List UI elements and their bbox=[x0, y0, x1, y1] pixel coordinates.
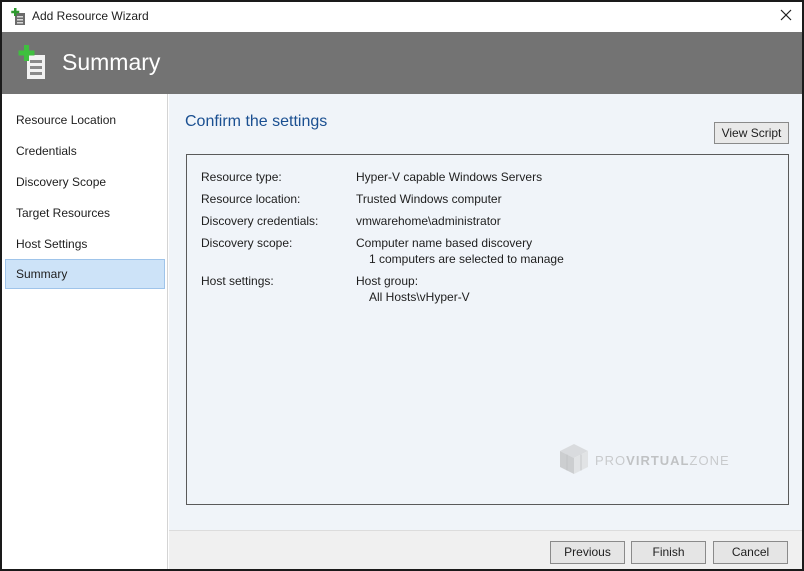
main-content: Confirm the settings View Script Resourc… bbox=[169, 94, 802, 530]
setting-subvalue: All Hosts\vHyper-V bbox=[369, 290, 470, 304]
sidebar-item-host-settings[interactable]: Host Settings bbox=[5, 229, 165, 259]
watermark: PROVIRTUALZONE bbox=[559, 443, 730, 478]
watermark-text: PROVIRTUALZONE bbox=[595, 453, 730, 468]
finish-button[interactable]: Finish bbox=[631, 541, 706, 564]
setting-label: Resource type: bbox=[201, 170, 282, 184]
title-bar: Add Resource Wizard bbox=[2, 2, 802, 32]
setting-subvalue: 1 computers are selected to manage bbox=[369, 252, 564, 266]
section-heading: Confirm the settings bbox=[185, 113, 328, 130]
sidebar-item-resource-location[interactable]: Resource Location bbox=[5, 105, 165, 135]
setting-label: Discovery scope: bbox=[201, 236, 293, 250]
window-title: Add Resource Wizard bbox=[32, 9, 149, 23]
settings-summary-panel: Resource type: Hyper-V capable Windows S… bbox=[186, 154, 789, 505]
view-script-button[interactable]: View Script bbox=[714, 122, 789, 144]
cancel-button[interactable]: Cancel bbox=[713, 541, 788, 564]
sidebar-item-target-resources[interactable]: Target Resources bbox=[5, 198, 165, 228]
setting-label: Discovery credentials: bbox=[201, 214, 319, 228]
wizard-window: Add Resource Wizard Summary Resource Loc… bbox=[0, 0, 804, 571]
setting-value: vmwarehome\administrator bbox=[356, 214, 501, 228]
page-title: Summary bbox=[62, 49, 161, 75]
sidebar-item-summary[interactable]: Summary bbox=[5, 259, 165, 289]
close-button[interactable] bbox=[770, 2, 802, 30]
sidebar-item-discovery-scope[interactable]: Discovery Scope bbox=[5, 167, 165, 197]
wizard-step-sidebar: Resource Location Credentials Discovery … bbox=[2, 94, 168, 569]
setting-label: Resource location: bbox=[201, 192, 301, 206]
server-add-icon bbox=[11, 8, 27, 26]
sidebar-item-credentials[interactable]: Credentials bbox=[5, 136, 165, 166]
previous-button[interactable]: Previous bbox=[550, 541, 625, 564]
wizard-footer: Previous Finish Cancel bbox=[169, 530, 802, 569]
server-add-icon bbox=[18, 45, 48, 81]
setting-value: Hyper-V capable Windows Servers bbox=[356, 170, 543, 184]
close-icon bbox=[780, 9, 792, 24]
setting-label: Host settings: bbox=[201, 274, 274, 288]
setting-value: Computer name based discovery bbox=[356, 236, 533, 250]
setting-value: Host group: bbox=[356, 274, 419, 288]
setting-value: Trusted Windows computer bbox=[356, 192, 502, 206]
header-banner: Summary bbox=[2, 32, 802, 94]
cube-logo-icon bbox=[559, 443, 589, 478]
